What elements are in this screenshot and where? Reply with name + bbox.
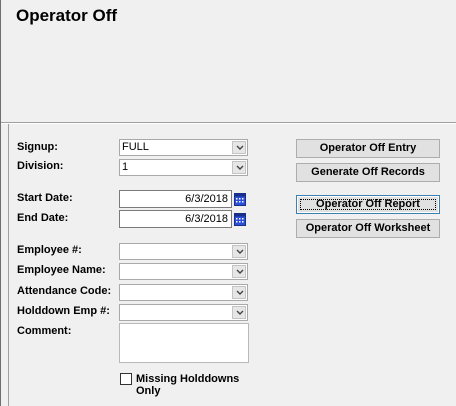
employee-name-select[interactable] [119,263,248,280]
start-date-value: 6/3/2018 [185,193,228,205]
employee-num-select[interactable] [119,243,248,260]
header: Operator Off [1,0,456,122]
division-label: Division: [17,160,64,172]
chevron-down-icon[interactable] [232,161,246,174]
calendar-icon[interactable] [234,193,246,206]
holddown-emp-label: Holddown Emp #: [17,305,110,317]
start-date-label: Start Date: [17,192,73,204]
comment-label: Comment: [17,325,72,337]
divider [1,123,456,124]
missing-holddowns-label-line: Missing Holddowns [136,373,240,385]
end-date-field[interactable]: 6/3/2018 [119,210,232,228]
generate-off-records-button[interactable]: Generate Off Records [296,163,440,182]
end-date-label: End Date: [17,212,69,224]
employee-num-label: Employee #: [17,244,82,256]
operator-off-report-button[interactable]: Operator Off Report [296,195,440,214]
employee-name-label: Employee Name: [17,264,106,276]
missing-holddowns-label: Missing Holddowns Only [136,373,256,397]
start-date-field[interactable]: 6/3/2018 [119,190,232,208]
holddown-emp-select[interactable] [119,304,248,321]
end-date-value: 6/3/2018 [185,213,228,225]
chevron-down-icon[interactable] [232,306,246,319]
missing-holddowns-label-line: Only [136,385,161,397]
division-select[interactable]: 1 [119,159,248,176]
signup-label: Signup: [17,141,58,153]
chevron-down-icon[interactable] [232,265,246,278]
panel-border [8,124,9,406]
calendar-icon[interactable] [234,213,246,226]
signup-select[interactable]: FULL [119,139,248,156]
comment-textarea[interactable] [119,323,249,363]
page-title: Operator Off [16,6,118,25]
attendance-code-select[interactable] [119,284,248,301]
operator-off-worksheet-button[interactable]: Operator Off Worksheet [296,219,440,238]
signup-value: FULL [122,141,149,153]
chevron-down-icon[interactable] [232,245,246,258]
operator-off-entry-button[interactable]: Operator Off Entry [296,139,440,158]
attendance-code-label: Attendance Code: [17,285,112,297]
division-value: 1 [122,161,129,173]
chevron-down-icon[interactable] [232,141,246,154]
missing-holddowns-checkbox[interactable] [120,373,132,385]
chevron-down-icon[interactable] [232,286,246,299]
